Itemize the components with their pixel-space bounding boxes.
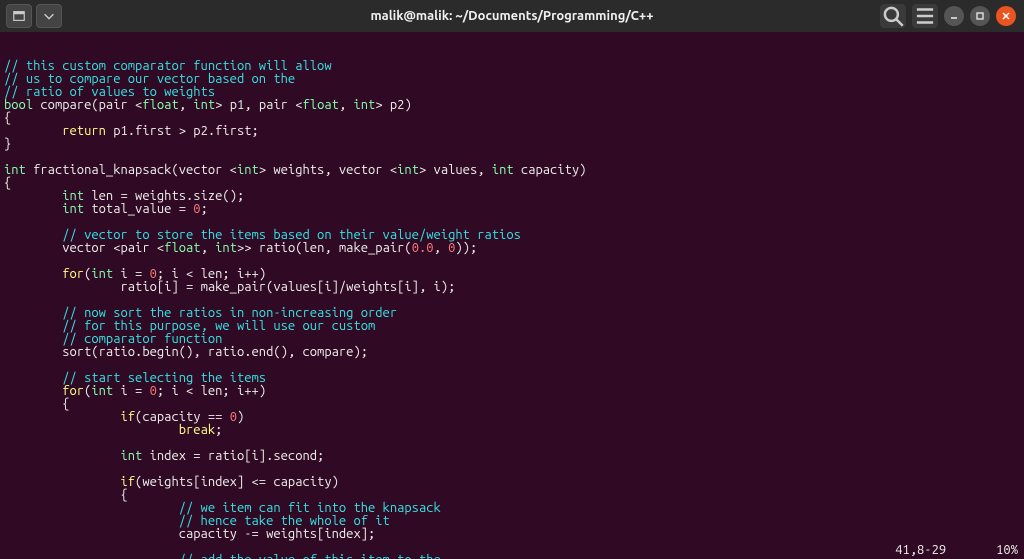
chevron-down-icon [42,9,56,23]
new-tab-button[interactable] [6,4,32,28]
code-line: ratio[i] = make_pair(values[i]/weights[i… [4,281,1020,294]
cursor-position: 41,8-29 [895,544,946,557]
menu-button[interactable] [912,4,938,28]
hamburger-icon [912,3,938,29]
scroll-percent: 10% [996,544,1018,557]
search-icon [880,3,906,29]
code-line: vector <pair <float, int>> ratio(len, ma… [4,242,1020,255]
terminal-tab-icon [12,9,26,23]
code-line: for(int i = 0; i < len; i++) [4,385,1020,398]
code-line: int fractional_knapsack(vector <int> wei… [4,164,1020,177]
window-titlebar: malik@malik: ~/Documents/Programming/C++ [0,0,1024,32]
code-line: sort(ratio.begin(), ratio.end(), compare… [4,346,1020,359]
code-line: capacity -= weights[index]; [4,528,1020,541]
titlebar-left-controls [0,4,62,28]
code-line: int total_value = 0; [4,203,1020,216]
close-button[interactable] [996,6,1016,26]
close-icon [1001,11,1011,21]
maximize-button[interactable] [970,6,990,26]
code-line: break; [4,424,1020,437]
vim-status-bar: 41,8-29 10% [0,544,1018,557]
code-line: int index = ratio[i].second; [4,450,1020,463]
titlebar-right-controls [880,4,1024,28]
code-line: return p1.first > p2.first; [4,125,1020,138]
tab-dropdown-button[interactable] [36,4,62,28]
minimize-icon [949,11,959,21]
code-line: bool compare(pair <float, int> p1, pair … [4,99,1020,112]
search-button[interactable] [880,4,906,28]
terminal-viewport[interactable]: // this custom comparator function will … [0,32,1024,559]
minimize-button[interactable] [944,6,964,26]
window-title: malik@malik: ~/Documents/Programming/C++ [0,9,1024,23]
code-line: if(weights[index] <= capacity) [4,476,1020,489]
code-line: } [4,138,1020,151]
maximize-icon [975,11,985,21]
